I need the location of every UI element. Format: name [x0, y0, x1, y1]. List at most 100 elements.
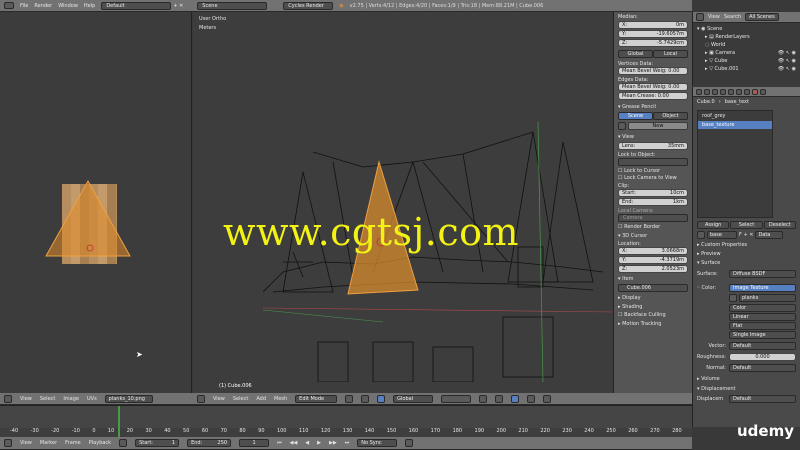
pivot-icon[interactable] — [361, 394, 370, 403]
lens-field[interactable]: Lens: 35mm — [618, 142, 688, 150]
surface-shader-select[interactable]: Diffuse BSDF — [729, 270, 796, 278]
vertex-select-icon[interactable] — [479, 394, 488, 403]
local-button[interactable]: Local — [653, 50, 688, 58]
roughness-field[interactable]: 0.000 — [729, 353, 796, 361]
cursor-y-field[interactable]: Y: -4.3719m — [618, 256, 688, 264]
mode-select[interactable]: Edit Mode — [295, 394, 338, 403]
render-tab-icon[interactable] — [696, 88, 702, 95]
lock-object-field[interactable] — [618, 158, 688, 166]
color-space-select[interactable]: Color — [729, 304, 796, 312]
item-section[interactable]: Item — [618, 276, 688, 282]
grease-new-button[interactable]: New — [628, 122, 688, 130]
median-z-field[interactable]: Z: -5.7429cm — [618, 39, 688, 47]
menu-window[interactable]: Window — [58, 3, 78, 9]
uv-editor-type-icon[interactable] — [4, 394, 12, 403]
jump-start-icon[interactable]: ⏮ — [277, 440, 282, 446]
modifier-tab-icon[interactable] — [736, 88, 742, 95]
lock-camera-checkbox[interactable]: ☐ Lock Camera to View — [618, 175, 688, 181]
layout-select[interactable]: Default — [101, 1, 172, 10]
menu-help[interactable]: Help — [84, 3, 95, 9]
outliner-menu-search[interactable]: Search — [724, 14, 741, 20]
play-reverse-icon[interactable]: ◀ — [305, 440, 309, 446]
info-editor-icon[interactable] — [4, 2, 14, 9]
uv-menu-view[interactable]: View — [20, 396, 32, 402]
pencil-icon[interactable] — [618, 122, 626, 130]
edge-bevel-weight-field[interactable]: Mean Bevel Weig: 0.00 — [618, 83, 688, 91]
world-tab-icon[interactable] — [720, 88, 726, 95]
material-link-select[interactable]: Data — [755, 231, 784, 239]
end-frame-field[interactable]: End: 250 — [187, 439, 232, 447]
camera-field[interactable]: Camera — [618, 214, 688, 222]
outliner-editor-icon[interactable] — [696, 13, 704, 21]
material-fake-user-icon[interactable]: F + ✕ — [739, 232, 753, 238]
custom-properties-section[interactable]: Custom Properties — [697, 242, 796, 248]
layers-tab-icon[interactable] — [704, 88, 710, 95]
uv-menu-select[interactable]: Select — [40, 396, 55, 402]
preview-range-icon[interactable] — [119, 439, 128, 447]
timeline-menu-frame[interactable]: Frame — [65, 440, 81, 446]
material-slot-base-texture[interactable]: base_texture — [698, 121, 772, 129]
next-keyframe-icon[interactable]: ▶▶ — [329, 440, 337, 446]
outliner-item-renderlayers[interactable]: ▸ ▤ RenderLayers — [697, 33, 796, 41]
timeline-menu-marker[interactable]: Marker — [40, 440, 57, 446]
view3d-menu-select[interactable]: Select — [233, 396, 248, 402]
layers-icon[interactable] — [441, 394, 472, 403]
surface-section[interactable]: Surface — [697, 260, 796, 266]
start-frame-field[interactable]: Start: 1 — [135, 439, 180, 447]
shading-section[interactable]: Shading — [618, 304, 688, 310]
texture-tab-icon[interactable] — [760, 88, 766, 95]
view3d-menu-view[interactable]: View — [213, 396, 225, 402]
displacement-section[interactable]: Displacement — [697, 386, 796, 392]
layout-add-icon[interactable]: + ✕ — [173, 3, 183, 9]
viewport-3d[interactable]: User Ortho Meters (1) Cube.006 www.cgtsj… — [193, 12, 613, 393]
snap-icon[interactable] — [543, 394, 552, 403]
material-name-field[interactable]: base — [707, 231, 737, 239]
projection-select[interactable]: Flat — [729, 322, 796, 330]
backface-culling-checkbox[interactable]: ☐ Backface Culling — [618, 312, 688, 318]
vert-bevel-weight-field[interactable]: Mean Bevel Weig: 0.00 — [618, 67, 688, 75]
timeline-editor-type-icon[interactable] — [4, 439, 12, 447]
outliner-display-select[interactable]: All Scenes — [745, 13, 779, 21]
item-name-field[interactable]: Cube.006 — [618, 284, 688, 292]
color-input-select[interactable]: Image Texture — [729, 284, 796, 292]
source-select[interactable]: Single Image — [729, 331, 796, 339]
preview-section[interactable]: Preview — [697, 251, 796, 257]
select-button[interactable]: Select — [730, 221, 763, 229]
clip-start-field[interactable]: Start: 10cm — [618, 189, 688, 197]
vector-select[interactable]: Default — [729, 342, 796, 350]
global-button[interactable]: Global — [618, 50, 653, 58]
object-tab-icon[interactable] — [728, 88, 734, 95]
proportional-edit-icon[interactable] — [527, 394, 536, 403]
uv-menu-image[interactable]: Image — [63, 396, 79, 402]
scene-tab-icon[interactable] — [712, 88, 718, 95]
data-tab-icon[interactable] — [744, 88, 750, 95]
shading-mode-icon[interactable] — [345, 394, 354, 403]
deselect-button[interactable]: Deselect — [763, 221, 796, 229]
render-border-checkbox[interactable]: ☐ Render Border — [618, 224, 688, 230]
outliner-item-cube-001[interactable]: ▸ ▽ Cube.001 👁 ↖ ◉ — [697, 65, 796, 73]
display-section[interactable]: Display — [618, 295, 688, 301]
render-engine-select[interactable]: Cycles Render — [283, 1, 334, 10]
outliner-item-scene[interactable]: ▾ ◉ Scene — [697, 25, 796, 33]
sync-select[interactable]: No Sync — [357, 439, 398, 447]
material-tab-icon[interactable] — [752, 88, 758, 95]
clip-end-field[interactable]: End: 1km — [618, 198, 688, 206]
displacement-select[interactable]: Default — [729, 395, 796, 403]
view3d-menu-add[interactable]: Add — [256, 396, 266, 402]
motion-tracking-section[interactable]: Motion Tracking — [618, 321, 688, 327]
cursor-z-field[interactable]: Z: 2.0523m — [618, 265, 688, 273]
orientation-select[interactable]: Global — [393, 394, 434, 403]
menu-render[interactable]: Render — [34, 3, 52, 9]
grease-scene-tab[interactable]: Scene — [618, 112, 653, 120]
normal-select[interactable]: Default — [729, 364, 796, 372]
prev-keyframe-icon[interactable]: ◀◀ — [290, 440, 298, 446]
view3d-menu-mesh[interactable]: Mesh — [274, 396, 287, 402]
image-name-field[interactable]: planks — [739, 294, 796, 302]
outliner-item-cube[interactable]: ▸ ▽ Cube 👁 ↖ ◉ — [697, 57, 796, 65]
volume-section[interactable]: Volume — [697, 376, 796, 382]
timeline-menu-view[interactable]: View — [20, 440, 32, 446]
lock-to-cursor-checkbox[interactable]: ☐ Lock to Cursor — [618, 168, 688, 174]
view-section[interactable]: View — [618, 134, 688, 140]
material-slot-list[interactable]: roof_grey base_texture — [697, 110, 773, 218]
edge-select-icon[interactable] — [495, 394, 504, 403]
